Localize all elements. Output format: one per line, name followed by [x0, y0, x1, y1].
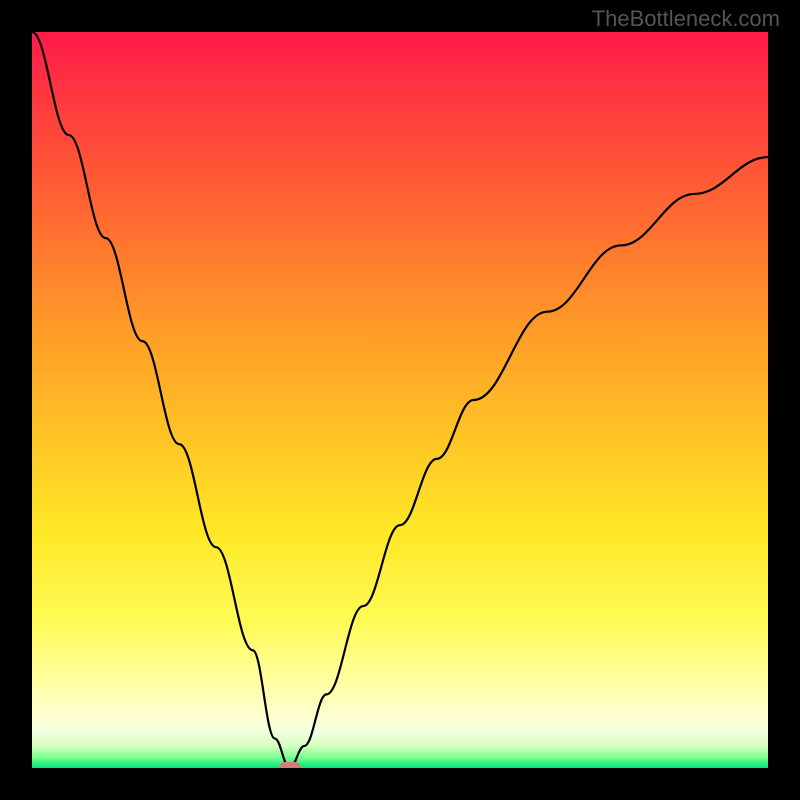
bottleneck-curve — [32, 32, 768, 768]
watermark-text: TheBottleneck.com — [592, 6, 780, 32]
optimal-marker — [279, 762, 301, 768]
plot-area — [32, 32, 768, 768]
curve-svg — [32, 32, 768, 768]
